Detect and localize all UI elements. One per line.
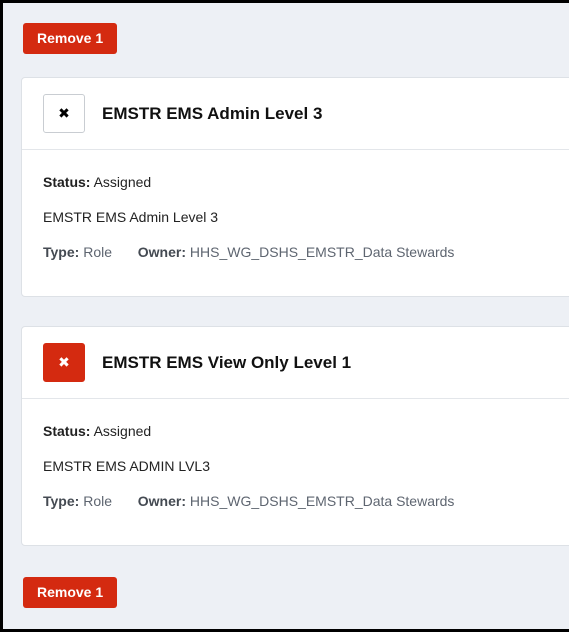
type-value: Role (83, 244, 112, 260)
status-label: Status: (43, 174, 91, 190)
status-value: Assigned (93, 174, 152, 190)
status-row: Status: Assigned (43, 421, 569, 441)
role-card: ✖ EMSTR EMS View Only Level 1 Status: As… (21, 326, 569, 546)
meta-row: Type: Role Owner: HHS_WG_DSHS_EMSTR_Data… (43, 491, 569, 511)
meta-row: Type: Role Owner: HHS_WG_DSHS_EMSTR_Data… (43, 242, 569, 262)
role-card-body: Status: Assigned EMSTR EMS ADMIN LVL3 Ty… (22, 399, 569, 511)
role-card-header: ✖ EMSTR EMS View Only Level 1 (22, 327, 569, 399)
owner-value: HHS_WG_DSHS_EMSTR_Data Stewards (189, 244, 455, 260)
role-title: EMSTR EMS View Only Level 1 (102, 352, 352, 372)
role-title: EMSTR EMS Admin Level 3 (102, 103, 323, 123)
role-description: EMSTR EMS Admin Level 3 (43, 209, 219, 225)
close-icon: ✖ (58, 105, 70, 122)
close-icon: ✖ (58, 354, 70, 371)
owner-value: HHS_WG_DSHS_EMSTR_Data Stewards (189, 493, 455, 509)
owner-label: Owner: (137, 244, 187, 260)
type-value: Role (83, 493, 112, 509)
status-value: Assigned (93, 423, 152, 439)
role-toggle-button[interactable]: ✖ (43, 94, 85, 133)
role-toggle-button[interactable]: ✖ (43, 343, 85, 382)
type-label: Type: (43, 493, 80, 509)
role-list-panel: Remove 1 ✖ EMSTR EMS Admin Level 3 Statu… (3, 3, 569, 629)
status-label: Status: (43, 423, 91, 439)
remove-button-top[interactable]: Remove 1 (23, 23, 118, 54)
role-card-header: ✖ EMSTR EMS Admin Level 3 (22, 78, 569, 150)
remove-button-bottom[interactable]: Remove 1 (23, 577, 118, 608)
status-row: Status: Assigned (43, 172, 569, 192)
type-label: Type: (43, 244, 80, 260)
role-description: EMSTR EMS ADMIN LVL3 (43, 458, 211, 474)
owner-label: Owner: (137, 493, 187, 509)
role-card-body: Status: Assigned EMSTR EMS Admin Level 3… (22, 150, 569, 262)
role-card: ✖ EMSTR EMS Admin Level 3 Status: Assign… (21, 77, 569, 297)
